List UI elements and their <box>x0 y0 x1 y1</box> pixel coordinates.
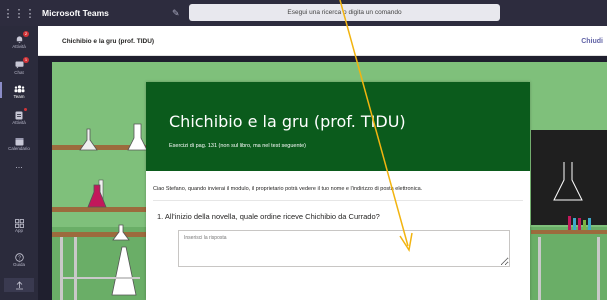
top-bar: ⋮⋮⋮ Microsoft Teams ✎ Esegui una ricerca… <box>0 0 607 26</box>
more-apps-button[interactable]: ... <box>0 160 38 170</box>
teams-icon <box>13 84 25 94</box>
chat-icon: 1 <box>13 57 29 70</box>
rail-item-label: Attività <box>12 120 26 125</box>
rail-item-chat[interactable]: 1 Chat <box>0 57 38 75</box>
calendar-icon <box>13 136 25 146</box>
notification-badge: 2 <box>23 31 29 37</box>
left-rail: 2 Attività 1 Chat Team Attività Calendar… <box>0 26 38 300</box>
form-title: Chichibio e la gru (prof. TIDU) <box>169 112 406 131</box>
answer-input[interactable] <box>178 230 510 267</box>
apps-icon <box>13 218 25 228</box>
compose-icon[interactable]: ✎ <box>172 8 180 19</box>
app-name: Microsoft Teams <box>42 8 109 18</box>
help-icon: ? <box>13 252 25 262</box>
rail-item-label: Chat <box>14 70 24 75</box>
upload-button[interactable] <box>0 278 38 292</box>
rail-item-label: Guida <box>12 262 25 267</box>
rail-item-assignments[interactable]: Attività <box>0 108 38 125</box>
notification-badge: 1 <box>23 57 29 63</box>
privacy-notice: Ciao Stefano, quando invierai il modulo,… <box>153 186 423 192</box>
rail-item-help[interactable]: ? Guida <box>0 252 38 267</box>
more-icon: ... <box>15 160 23 170</box>
bell-icon: 2 <box>13 31 29 44</box>
rail-item-teams[interactable]: Team <box>0 82 38 99</box>
rail-item-calendar[interactable]: Calendario <box>0 136 38 151</box>
assignments-icon <box>13 108 27 120</box>
tab-title: Chichibio e la gru (prof. TIDU) <box>62 38 155 45</box>
rail-item-activity[interactable]: 2 Attività <box>0 31 38 49</box>
divider <box>153 200 523 201</box>
rail-item-label: Attività <box>12 44 26 49</box>
upload-icon <box>4 278 34 292</box>
form-card: Chichibio e la gru (prof. TIDU) Esercizi… <box>146 82 530 300</box>
rail-item-apps[interactable]: App <box>0 218 38 233</box>
rail-item-label: Calendario <box>8 146 30 151</box>
notification-dot <box>24 108 27 111</box>
app-launcher-icon[interactable]: ⋮⋮⋮ <box>0 0 38 26</box>
form-description: Esercizi di pag. 131 (non sul libro, ma … <box>169 143 306 149</box>
search-input[interactable]: Esegui una ricerca o digita un comando <box>189 4 500 21</box>
svg-text:?: ? <box>18 255 21 261</box>
rail-item-label: App <box>14 228 23 233</box>
rail-item-label: Team <box>13 94 25 99</box>
content-header: Chichibio e la gru (prof. TIDU) Chiudi <box>38 26 607 56</box>
question-1: 1. All'inizio della novella, quale ordin… <box>157 212 380 221</box>
form-header: Chichibio e la gru (prof. TIDU) Esercizi… <box>146 82 530 171</box>
close-button[interactable]: Chiudi <box>581 38 603 45</box>
